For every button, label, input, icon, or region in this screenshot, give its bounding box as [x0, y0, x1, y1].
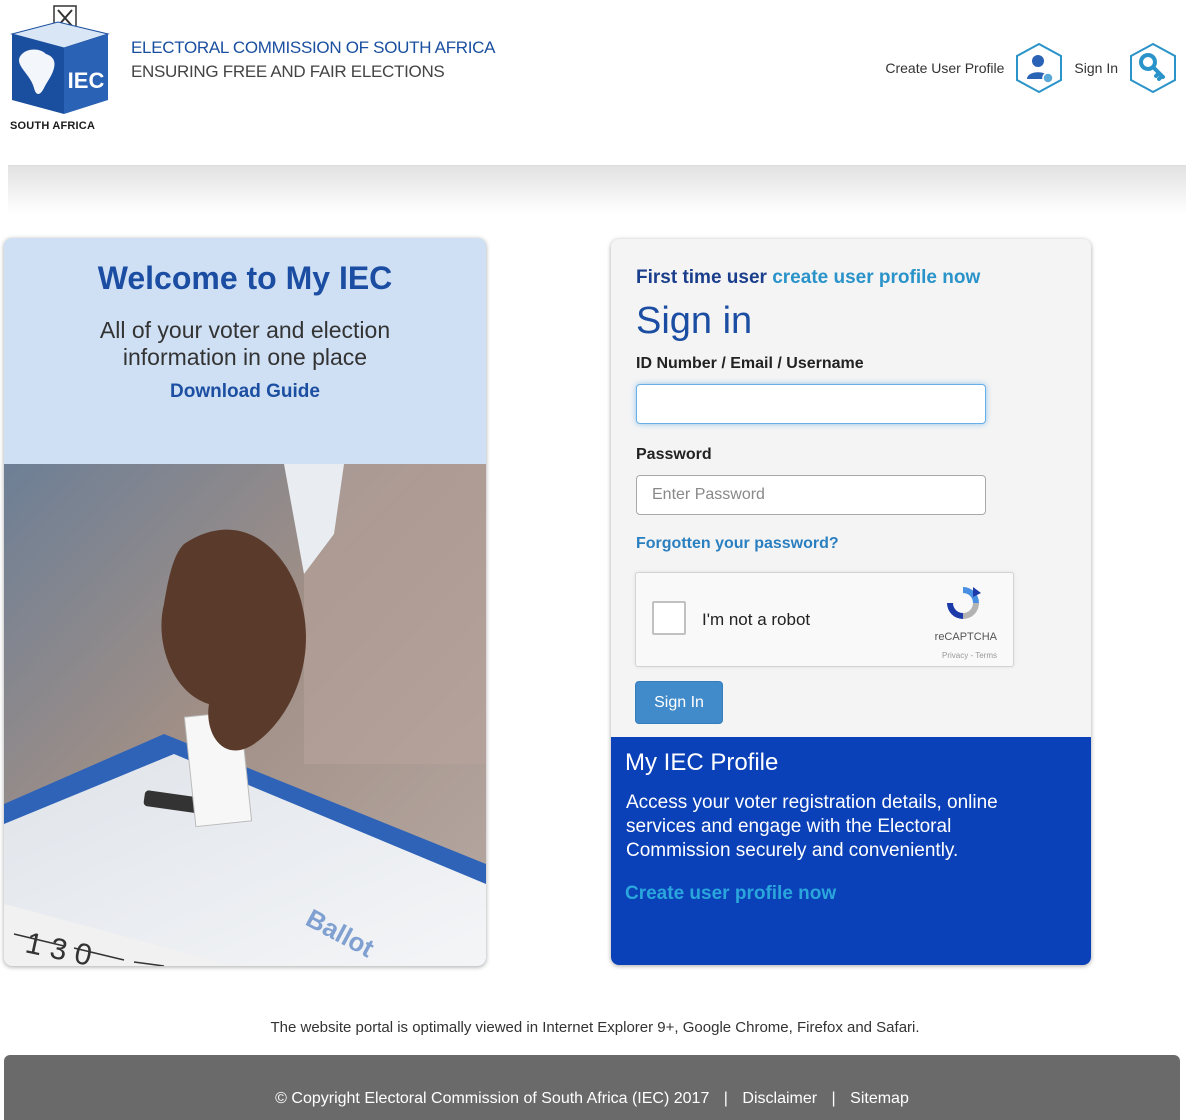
create-profile-panel-link[interactable]: Create user profile now [625, 883, 836, 905]
site-footer: © Copyright Electoral Commission of Sout… [4, 1055, 1180, 1120]
key-icon[interactable] [1128, 42, 1178, 94]
create-profile-inline-link[interactable]: create user profile now [772, 267, 980, 288]
header-actions: Create User Profile Sign In [885, 42, 1178, 94]
create-profile-link[interactable]: Create User Profile [885, 60, 1004, 76]
first-time-prompt: First time user create user profile now [636, 267, 1067, 289]
profile-info-panel: My IEC Profile Access your voter registr… [611, 737, 1091, 965]
add-user-icon[interactable] [1014, 42, 1064, 94]
recaptcha-label: I'm not a robot [702, 610, 811, 629]
logo-text: IEC [68, 68, 105, 93]
download-guide-link[interactable]: Download Guide [170, 381, 320, 403]
sign-in-button[interactable]: Sign In [635, 681, 723, 724]
logo-caption: SOUTH AFRICA [10, 120, 96, 132]
sign-in-title: Sign in [636, 300, 753, 342]
footer-separator: | [831, 1090, 836, 1107]
org-tagline: ENSURING FREE AND FAIR ELECTIONS [131, 62, 445, 81]
sitemap-link[interactable]: Sitemap [850, 1090, 909, 1107]
sign-in-link[interactable]: Sign In [1074, 60, 1118, 76]
disclaimer-link[interactable]: Disclaimer [742, 1090, 817, 1107]
ballot-box-photo: 1 3 0 Ballot [4, 464, 486, 966]
profile-title: My IEC Profile [625, 749, 779, 776]
copyright-text: © Copyright Electoral Commission of Sout… [275, 1090, 710, 1107]
welcome-panel: Welcome to My IEC All of your voter and … [4, 238, 486, 464]
recaptcha-checkbox[interactable] [652, 601, 686, 635]
recaptcha-terms-link[interactable]: Privacy - Terms [942, 651, 997, 660]
org-name: ELECTORAL COMMISSION OF SOUTH AFRICA [131, 38, 496, 57]
first-time-text: First time user [636, 267, 767, 288]
forgot-password-link[interactable]: Forgotten your password? [636, 535, 839, 553]
id-label: ID Number / Email / Username [636, 355, 864, 372]
welcome-card: Welcome to My IEC All of your voter and … [4, 238, 486, 966]
footer-separator: | [723, 1090, 728, 1107]
profile-description: Access your voter registration details, … [626, 792, 998, 861]
sign-in-form: First time user create user profile now … [611, 239, 1091, 737]
password-input[interactable] [636, 475, 986, 515]
welcome-title: Welcome to My IEC [97, 260, 393, 296]
sign-in-card: First time user create user profile now … [611, 239, 1091, 965]
iec-logo[interactable]: IEC [10, 4, 110, 132]
password-label: Password [636, 446, 712, 463]
recaptcha-widget: I'm not a robot reCAPTCHA Privacy - Term… [635, 572, 1014, 667]
recaptcha-icon [947, 587, 981, 619]
recaptcha-brand: reCAPTCHA [934, 631, 997, 643]
site-header: IEC SOUTH AFRICA ELECTORAL COMMISSION OF… [0, 0, 1190, 165]
id-input[interactable] [636, 384, 986, 424]
welcome-subtitle: All of your voter and election informati… [99, 317, 391, 370]
header-shadow-bar [8, 166, 1186, 214]
browser-support-note: The website portal is optimally viewed i… [270, 1019, 920, 1036]
